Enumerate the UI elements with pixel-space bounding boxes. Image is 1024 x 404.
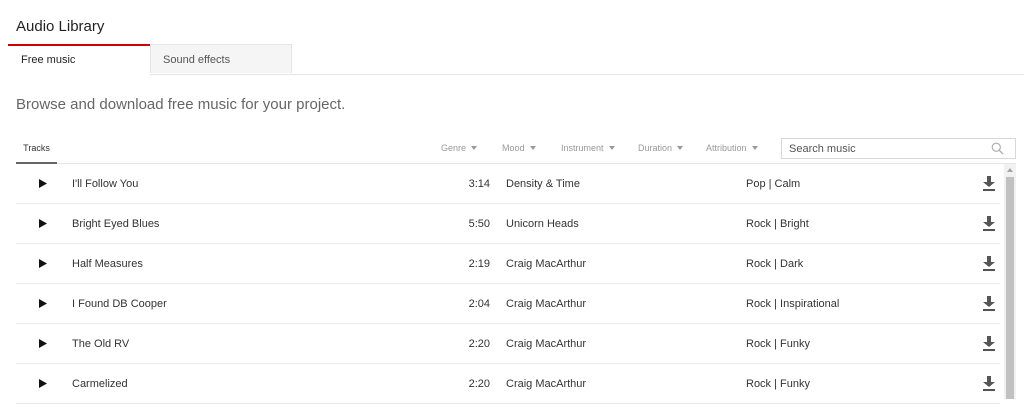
track-duration: 3:14	[468, 178, 490, 190]
track-artist: Craig MacArthur	[506, 298, 587, 310]
download-icon[interactable]	[982, 296, 996, 311]
mood-filter[interactable]: Mood	[502, 137, 536, 159]
play-icon[interactable]	[39, 219, 47, 228]
search-icon[interactable]	[991, 142, 1004, 155]
chevron-down-icon	[529, 145, 536, 150]
chevron-down-icon	[608, 145, 615, 150]
chevron-down-icon	[471, 145, 478, 150]
track-artist: Craig MacArthur	[506, 338, 587, 350]
track-genre-mood: Rock | Inspirational	[746, 298, 840, 310]
track-title: Half Measures	[72, 258, 143, 270]
track-genre-mood: Rock | Funky	[746, 378, 810, 390]
track-genre-mood: Rock | Funky	[746, 338, 810, 350]
tracks-tab[interactable]: Tracks	[16, 137, 57, 164]
track-genre-mood: Rock | Bright	[746, 218, 809, 230]
play-icon[interactable]	[39, 339, 47, 348]
instrument-filter[interactable]: Instrument	[561, 137, 615, 159]
genre-filter[interactable]: Genre	[441, 137, 478, 159]
track-title: I'll Follow You	[72, 178, 139, 190]
scrollbar[interactable]	[1004, 164, 1016, 399]
search-box	[781, 138, 1016, 159]
track-duration: 5:50	[468, 218, 490, 230]
download-icon[interactable]	[982, 176, 996, 191]
table-row[interactable]: I'll Follow You 3:14 Density & Time Pop …	[16, 164, 1000, 204]
track-duration: 2:20	[468, 378, 490, 390]
table-row[interactable]: Carmelized 2:20 Craig MacArthur Rock | F…	[16, 364, 1000, 404]
chevron-down-icon	[677, 145, 684, 150]
track-artist: Density & Time	[506, 178, 580, 190]
scrollbar-thumb[interactable]	[1006, 177, 1014, 399]
track-artist: Craig MacArthur	[506, 378, 587, 390]
page-title: Audio Library	[16, 18, 105, 35]
play-icon[interactable]	[39, 179, 47, 188]
download-icon[interactable]	[982, 216, 996, 231]
tab-sound-effects[interactable]: Sound effects	[150, 44, 292, 73]
play-icon[interactable]	[39, 299, 47, 308]
duration-filter[interactable]: Duration	[638, 137, 684, 159]
table-row[interactable]: Bright Eyed Blues 5:50 Unicorn Heads Roc…	[16, 204, 1000, 244]
duration-filter-label: Duration	[638, 143, 673, 153]
track-artist: Unicorn Heads	[506, 218, 579, 230]
track-title: The Old RV	[72, 338, 130, 350]
track-title: Carmelized	[72, 378, 128, 390]
tab-free-music[interactable]: Free music	[8, 44, 150, 75]
table-row[interactable]: The Old RV 2:20 Craig MacArthur Rock | F…	[16, 324, 1000, 364]
track-duration: 2:04	[468, 298, 490, 310]
instrument-filter-label: Instrument	[561, 143, 604, 153]
tab-bar: Free music Sound effects	[8, 44, 1024, 75]
table-row[interactable]: I Found DB Cooper 2:04 Craig MacArthur R…	[16, 284, 1000, 324]
play-icon[interactable]	[39, 379, 47, 388]
intro-text: Browse and download free music for your …	[16, 96, 346, 113]
track-title: Bright Eyed Blues	[72, 218, 160, 230]
track-duration: 2:19	[468, 258, 490, 270]
chevron-down-icon	[751, 145, 758, 150]
download-icon[interactable]	[982, 256, 996, 271]
search-input[interactable]	[789, 140, 979, 158]
download-icon[interactable]	[982, 336, 996, 351]
track-genre-mood: Pop | Calm	[746, 178, 801, 190]
tracks-tab-label: Tracks	[23, 143, 50, 153]
track-title: I Found DB Cooper	[72, 298, 167, 310]
download-icon[interactable]	[982, 376, 996, 391]
attribution-filter[interactable]: Attribution	[706, 137, 758, 159]
scroll-up-icon[interactable]	[1004, 164, 1016, 176]
mood-filter-label: Mood	[502, 143, 525, 153]
genre-filter-label: Genre	[441, 143, 467, 153]
table-row[interactable]: Half Measures 2:19 Craig MacArthur Rock …	[16, 244, 1000, 284]
track-artist: Craig MacArthur	[506, 258, 587, 270]
attribution-filter-label: Attribution	[706, 143, 747, 153]
track-duration: 2:20	[468, 338, 490, 350]
filter-bar: Tracks Genre Mood Instrument Duration At…	[16, 137, 1016, 164]
play-icon[interactable]	[39, 259, 47, 268]
track-genre-mood: Rock | Dark	[746, 258, 804, 270]
track-list: I'll Follow You 3:14 Density & Time Pop …	[16, 164, 1000, 404]
